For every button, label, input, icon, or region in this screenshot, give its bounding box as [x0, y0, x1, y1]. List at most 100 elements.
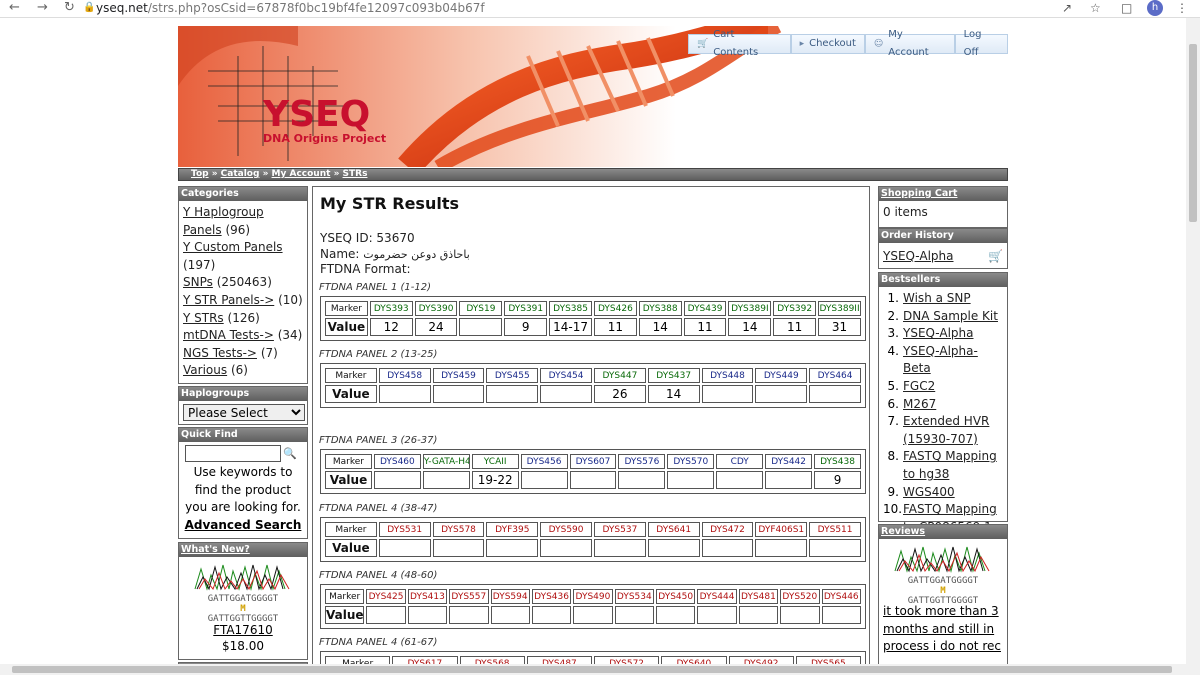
- address-bar[interactable]: yseq.net/strs.php?osCsid=67878f0bc19bf4f…: [96, 1, 485, 15]
- sidepanel-icon[interactable]: □: [1121, 1, 1132, 15]
- marker-value: [378, 539, 431, 557]
- marker-name: DYS390: [414, 301, 458, 316]
- review-chromatogram-icon[interactable]: GATTGGATGGGGT M GATTGGTTGGGGT: [893, 543, 993, 603]
- category-link[interactable]: Y Haplogroup Panels: [183, 205, 264, 237]
- share-icon[interactable]: ↗: [1062, 1, 1072, 15]
- breadcrumb: Top » Catalog » My Account » STRs: [178, 168, 1008, 181]
- sequence-chromatogram-icon[interactable]: GATTGGATGGGGT M GATTGGTTGGGGT: [193, 561, 293, 623]
- marker-name: DYS641: [647, 522, 700, 537]
- marker-value: 26: [593, 385, 646, 403]
- hscroll-thumb[interactable]: [12, 666, 1172, 673]
- category-link[interactable]: Y STR Panels->: [183, 293, 274, 307]
- marker-value: [490, 606, 530, 624]
- marker-value: [614, 606, 654, 624]
- marker-name: DYS607: [569, 454, 617, 469]
- category-link[interactable]: NGS Tests->: [183, 346, 257, 360]
- advanced-search-link[interactable]: Advanced Search: [179, 517, 307, 533]
- bestseller-link[interactable]: DNA Sample Kit: [903, 308, 998, 326]
- whats-new-product-link[interactable]: FTA17610: [179, 623, 307, 638]
- bestseller-link[interactable]: YSEQ-Alpha: [903, 325, 974, 343]
- whats-new-price: $18.00: [222, 639, 264, 653]
- category-link[interactable]: Y Custom Panels: [183, 240, 283, 254]
- marker-name: DYS426: [593, 301, 637, 316]
- str-panel-table: Marker DYS460 Y-GATA-H4 YCAII DYS456 DYS607 DY…: [320, 449, 866, 494]
- value-header: Value: [325, 539, 377, 557]
- quick-find-input[interactable]: [185, 445, 281, 462]
- marker-value: [618, 471, 666, 489]
- marker-value: [366, 606, 406, 624]
- breadcrumb-strs[interactable]: STRs: [343, 169, 368, 179]
- cart-add-icon[interactable]: 🛒: [988, 248, 1003, 266]
- panel-title: FTDNA PANEL 1 (1-12): [319, 282, 432, 293]
- url-domain: yseq.net: [96, 1, 148, 15]
- horizontal-scrollbar[interactable]: [0, 664, 1186, 675]
- marker-name: DYS448: [701, 368, 754, 383]
- bestseller-link[interactable]: Wish a SNP: [903, 290, 971, 308]
- category-link[interactable]: SNPs: [183, 275, 213, 289]
- logo-tagline: DNA Origins Project: [263, 132, 386, 145]
- marker-value: [422, 471, 470, 489]
- bestseller-item: 6. M267: [883, 396, 1005, 414]
- breadcrumb-my-account[interactable]: My Account: [272, 169, 331, 179]
- haplogroup-select[interactable]: Please Select: [183, 404, 305, 421]
- svg-text:M: M: [940, 586, 946, 596]
- checkout-button[interactable]: ▸ Checkout: [790, 34, 865, 54]
- reviews-title[interactable]: Reviews: [879, 525, 1007, 539]
- search-icon[interactable]: 🔍: [283, 447, 297, 460]
- marker-value: 14: [647, 385, 700, 403]
- yseq-logo: YSEQ: [262, 94, 370, 135]
- marker-name: DYF406S1: [755, 522, 808, 537]
- category-link[interactable]: mtDNA Tests->: [183, 328, 274, 342]
- vertical-scrollbar[interactable]: [1186, 18, 1200, 675]
- whats-new-title[interactable]: What's New?: [179, 543, 307, 557]
- marker-value: [821, 606, 861, 624]
- marker-name: DYS490: [573, 589, 613, 604]
- cart-contents-button[interactable]: 🛒 Cart Contents: [688, 29, 791, 58]
- shopping-cart-title[interactable]: Shopping Cart: [879, 187, 1007, 201]
- bestseller-link[interactable]: Extended HVR (15930-707): [903, 413, 1005, 448]
- back-icon[interactable]: ←: [9, 1, 20, 15]
- marker-name: DYS444: [697, 589, 737, 604]
- marker-value: [378, 385, 431, 403]
- bestseller-link[interactable]: FASTQ Mapping to hg38: [903, 448, 1005, 483]
- forward-icon[interactable]: →: [37, 1, 48, 15]
- scrollbar-thumb[interactable]: [1189, 44, 1197, 222]
- category-count: (34): [277, 328, 303, 343]
- bestseller-item: 4. YSEQ-Alpha-Beta: [883, 343, 1005, 378]
- marker-value: 9: [504, 318, 548, 336]
- category-link[interactable]: Y STRs: [183, 311, 224, 325]
- category-link[interactable]: Various: [183, 363, 227, 377]
- marker-name: DYS570: [667, 454, 715, 469]
- bestseller-link[interactable]: FGC2: [903, 378, 935, 396]
- order-history-item[interactable]: YSEQ-Alpha: [883, 248, 954, 266]
- marker-name: DYF395: [486, 522, 539, 537]
- breadcrumb-catalog[interactable]: Catalog: [221, 169, 260, 179]
- bestseller-link[interactable]: WGS400: [903, 484, 955, 502]
- marker-name: DYS590: [540, 522, 592, 537]
- star-icon[interactable]: ☆: [1090, 1, 1101, 15]
- bestseller-item: 2. DNA Sample Kit: [883, 308, 1005, 326]
- marker-value: 11: [773, 318, 817, 336]
- menu-icon[interactable]: ⋮: [1176, 1, 1188, 15]
- bestseller-link[interactable]: M267: [903, 396, 936, 414]
- marker-name: DYS447: [593, 368, 646, 383]
- bestseller-link[interactable]: YSEQ-Alpha-Beta: [903, 343, 1005, 378]
- profile-avatar[interactable]: h: [1147, 0, 1163, 16]
- marker-value: [407, 606, 448, 624]
- marker-value: [701, 385, 754, 403]
- marker-value: 14: [638, 318, 682, 336]
- categories-title: Categories: [179, 187, 307, 201]
- my-account-button[interactable]: ☺ My Account: [864, 29, 955, 58]
- marker-name: DYS389I: [728, 301, 772, 316]
- marker-name: DYS393: [369, 301, 413, 316]
- marker-value: 31: [818, 318, 861, 336]
- breadcrumb-top[interactable]: Top: [191, 169, 209, 179]
- svg-text:GATTGGTTGGGGT: GATTGGTTGGGGT: [208, 614, 279, 623]
- log-off-button[interactable]: Log Off: [954, 29, 1008, 58]
- bestseller-rank: 1.: [887, 291, 899, 305]
- bestsellers-list: 1. Wish a SNP 2. DNA Sample Kit 3. YSEQ-Alpha…: [879, 287, 1007, 536]
- review-text-link[interactable]: it took more than 3 months and still in …: [879, 603, 1007, 656]
- bestseller-rank: 9.: [887, 484, 899, 499]
- reload-icon[interactable]: ↻: [64, 1, 75, 15]
- marker-value: [540, 539, 592, 557]
